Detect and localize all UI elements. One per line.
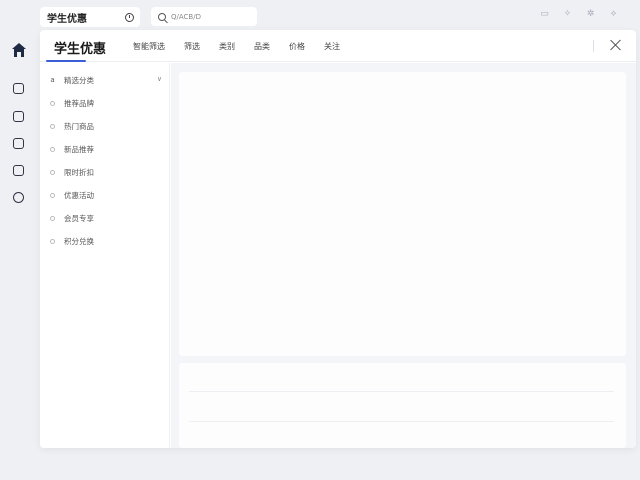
divider [189,421,614,422]
sidebar-item-1[interactable]: 推荐品牌 [50,97,162,109]
divider [189,391,614,392]
tab-category[interactable]: 类别 [219,41,235,52]
top-bar: 学生优惠 ▭ ✧ ✲ ⟡ [0,0,640,30]
sidebar-item-label: 会员专享 [64,213,94,223]
tab-price[interactable]: 价格 [289,41,305,52]
settings-icon[interactable]: ✲ [586,10,595,19]
sidebar-item-2[interactable]: 热门商品 [50,120,162,132]
note-icon[interactable] [13,111,24,122]
tab-follow[interactable]: 关注 [324,41,340,52]
dot-icon [50,215,55,221]
dot-icon [50,238,55,244]
app-title: 学生优惠 [47,13,87,25]
chevron-down-icon[interactable]: ∨ [157,75,162,83]
image-icon[interactable]: ▭ [540,10,549,19]
sidebar-item-label: 精选分类 [64,75,94,85]
tab-filter[interactable]: 筛选 [184,41,200,52]
dot-icon [50,123,55,129]
clock-icon[interactable] [125,12,134,22]
clock-nav-icon[interactable] [13,83,24,94]
sidebar-item-label: 热门商品 [64,121,94,131]
dot-icon [50,192,55,198]
close-icon[interactable] [610,39,622,51]
content-card [179,72,626,356]
sidebar: a 精选分类 ∨ 推荐品牌 热门商品 新品推荐 限时折扣 优惠活动 会员专享 积… [40,63,170,448]
panel-title: 学生优惠 [54,42,107,57]
sidebar-item-label: 优惠活动 [64,190,94,200]
home-icon[interactable] [12,43,26,57]
sidebar-item-label: 积分兑换 [64,236,94,246]
sidebar-item-6[interactable]: 会员专享 [50,212,162,224]
tab-bar: 学生优惠 智能筛选 筛选 类别 品类 价格 关注 [40,30,636,62]
sidebar-item-label: 新品推荐 [64,144,94,154]
sidebar-item-4[interactable]: 限时折扣 [50,166,162,178]
top-icons: ▭ ✧ ✲ ⟡ [540,10,618,19]
main-panel: 学生优惠 智能筛选 筛选 类别 品类 价格 关注 a 精选分类 ∨ 推荐品牌 热… [40,30,636,448]
sidebar-item-5[interactable]: 优惠活动 [50,189,162,201]
sidebar-item-7[interactable]: 积分兑换 [50,235,162,247]
dot-icon [50,100,55,106]
share-icon[interactable]: ⟡ [609,10,618,19]
list-icon[interactable] [13,165,24,176]
tabs: 智能筛选 筛选 类别 品类 价格 关注 [133,41,359,52]
sidebar-item-label: 限时折扣 [64,167,94,177]
app-title-box[interactable]: 学生优惠 [40,7,140,27]
search-icon [158,12,166,21]
dot-icon [50,169,55,175]
sidebar-item-icon: a [50,76,55,84]
search-box[interactable] [151,7,257,26]
sidebar-item-3[interactable]: 新品推荐 [50,143,162,155]
dot-icon [50,146,55,152]
tab-smart-filter[interactable]: 智能筛选 [133,41,165,52]
tab-type[interactable]: 品类 [254,41,270,52]
sidebar-item-0[interactable]: a 精选分类 ∨ [50,74,162,86]
layers-icon[interactable] [13,138,24,149]
translate-icon[interactable]: ✧ [563,10,572,19]
sidebar-item-label: 推荐品牌 [64,98,94,108]
divider [593,40,594,52]
search-input[interactable] [171,12,251,21]
left-rail [0,30,40,480]
content-card-secondary [179,363,626,448]
help-icon[interactable] [13,192,24,203]
active-tab-indicator [46,60,86,62]
